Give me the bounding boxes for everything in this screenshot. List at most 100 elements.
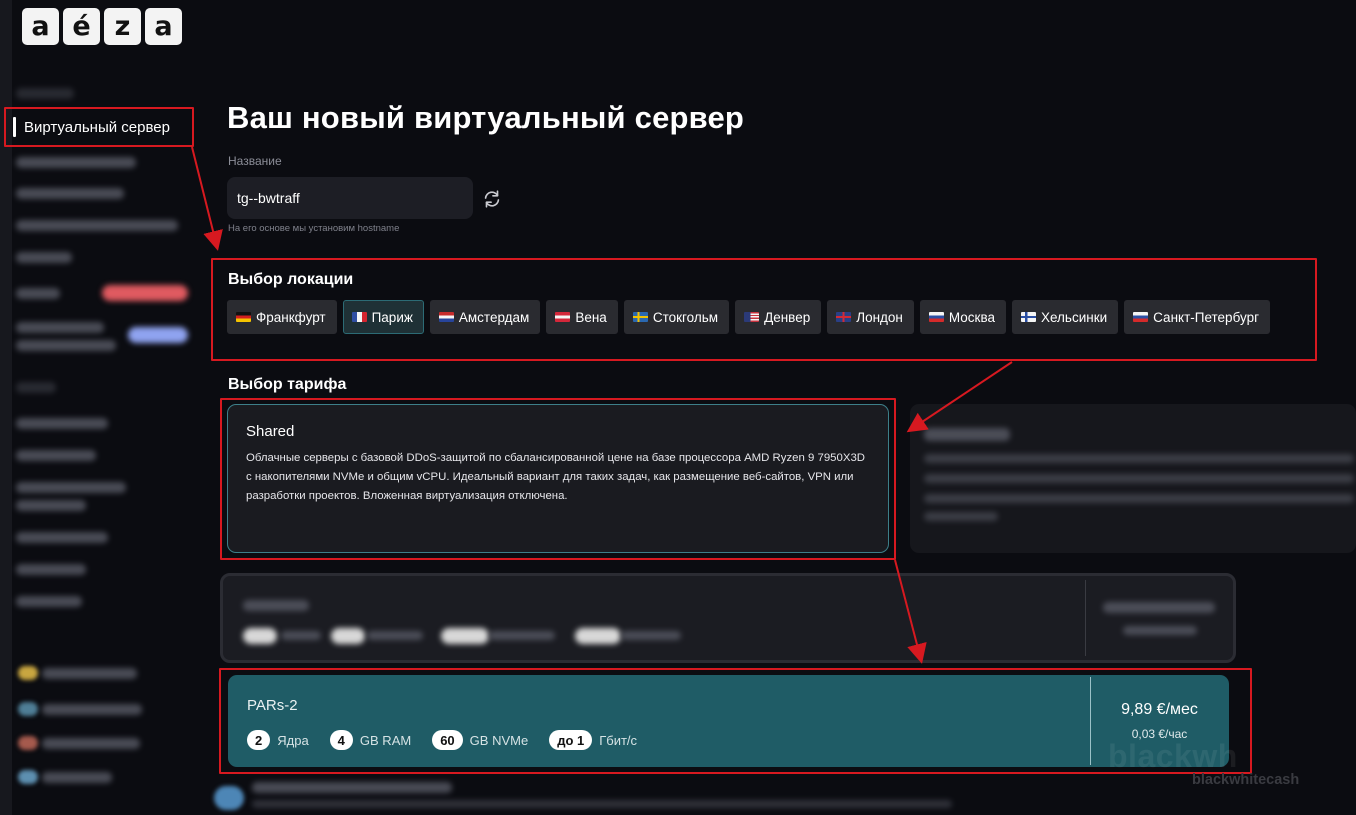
blurred-text: [924, 494, 1354, 503]
location-label: Франкфурт: [256, 309, 326, 325]
plan-card-pars-2[interactable]: PARs-2 2 Ядра 4 GB RAM 60 GB NVMe до 1 Г…: [228, 675, 1229, 767]
aeza-logo[interactable]: a é z a: [22, 8, 182, 45]
sidebar-blurred-item[interactable]: [16, 220, 178, 231]
sidebar-blurred-item[interactable]: [16, 288, 60, 299]
spec-value: 60: [432, 730, 463, 750]
blurred-badge: [243, 628, 277, 644]
spec-cores: 2 Ядра: [247, 730, 309, 750]
tariff-card-shared[interactable]: Shared Облачные серверы с базовой DDoS-з…: [227, 404, 889, 553]
tariff-card-title: Shared: [246, 423, 295, 440]
location-button-saint-petersburg[interactable]: Санкт-Петербург: [1124, 300, 1271, 334]
spec-unit: GB RAM: [359, 732, 412, 748]
blurred-badge: [441, 628, 489, 644]
location-button-denver[interactable]: Денвер: [735, 300, 822, 334]
sidebar-blurred-item[interactable]: [16, 157, 136, 168]
location-button-moscow[interactable]: Москва: [919, 300, 1006, 334]
location-button-london[interactable]: Лондон: [827, 300, 914, 334]
spec-unit: GB NVMe: [469, 732, 529, 748]
sidebar-blurred-item[interactable]: [16, 418, 108, 429]
spec-value: 2: [247, 730, 271, 750]
spec-ram: 4 GB RAM: [329, 730, 412, 750]
sidebar-blurred-item[interactable]: [42, 704, 142, 715]
location-label: Париж: [371, 309, 413, 325]
blurred-text: [924, 454, 1354, 463]
sidebar-blurred-icon: [18, 736, 38, 750]
location-label: Вена: [575, 309, 607, 325]
flag-ru-icon: [928, 312, 944, 322]
logo-letter: z: [104, 8, 141, 45]
sidebar-blurred-item[interactable]: [16, 596, 82, 607]
sidebar-blurred-item[interactable]: [16, 532, 108, 543]
location-button-amsterdam[interactable]: Амстердам: [429, 300, 541, 334]
location-label: Стокгольм: [652, 309, 719, 325]
sidebar-blurred-item[interactable]: [16, 450, 96, 461]
blurred-text: [252, 782, 452, 793]
tariff-section-title: Выбор тарифа: [228, 376, 347, 393]
sidebar-blurred-item[interactable]: [42, 772, 112, 783]
plan-card-blurred[interactable]: [220, 573, 1236, 663]
blurred-text: [924, 428, 1010, 441]
tariff-card-blurred[interactable]: [910, 404, 1356, 553]
blurred-text: [924, 474, 1354, 483]
spec-value: 4: [329, 730, 353, 750]
sidebar-blurred-item[interactable]: [16, 482, 126, 493]
location-button-vienna[interactable]: Вена: [546, 300, 618, 334]
location-button-helsinki[interactable]: Хельсинки: [1011, 300, 1119, 334]
flag-gb-icon: [836, 312, 852, 322]
blurred-text: [281, 631, 321, 640]
flag-de-icon: [236, 312, 251, 322]
blurred-text: [621, 631, 681, 640]
sidebar-blurred-item[interactable]: [42, 738, 140, 749]
blurred-avatar: [214, 786, 244, 810]
spec-value: до 1: [549, 730, 593, 750]
sidebar-item-label: Виртуальный сервер: [24, 118, 170, 136]
plan-specs: 2 Ядра 4 GB RAM 60 GB NVMe до 1 Гбит/с: [247, 730, 658, 750]
sidebar-item-virtual-server[interactable]: Виртуальный сервер: [4, 107, 194, 147]
name-hint: На его основе мы установим hostname: [228, 223, 400, 234]
location-button-frankfurt[interactable]: Франкфурт: [227, 300, 337, 334]
watermark-text: blackwhitecash: [1192, 772, 1300, 788]
spec-unit: Ядра: [277, 732, 309, 748]
sidebar-blurred-item[interactable]: [42, 668, 137, 679]
logo-letter: a: [145, 8, 182, 45]
price-per-month: 9,89 €/мес: [1121, 701, 1198, 718]
server-name-input[interactable]: [227, 177, 473, 219]
sidebar-blurred-item[interactable]: [16, 340, 116, 351]
location-label: Денвер: [764, 309, 811, 325]
blurred-text: [489, 631, 555, 640]
location-list: Франкфурт Париж Амстердам Вена Стокгольм…: [227, 300, 1271, 334]
location-button-paris[interactable]: Париж: [342, 300, 424, 334]
page-title: Ваш новый виртуальный сервер: [227, 100, 745, 135]
sidebar-blurred-item[interactable]: [16, 382, 56, 393]
location-label: Москва: [948, 309, 995, 325]
blurred-text: [243, 600, 309, 611]
location-label: Хельсинки: [1040, 309, 1108, 325]
active-indicator: [13, 117, 16, 137]
sidebar-blurred-item[interactable]: [16, 564, 86, 575]
sidebar-blurred-item[interactable]: [16, 188, 124, 199]
sidebar-badge: [128, 327, 188, 343]
plan-divider: [1085, 580, 1086, 656]
flag-fr-icon: [351, 312, 367, 322]
blurred-badge: [575, 628, 621, 644]
refresh-icon[interactable]: [481, 188, 503, 210]
watermark: blackwh: [1108, 738, 1238, 774]
name-label: Название: [228, 154, 282, 168]
spec-storage: 60 GB NVMe: [432, 730, 528, 750]
flag-se-icon: [632, 312, 648, 322]
sidebar-blurred-item[interactable]: [16, 252, 72, 263]
blurred-badge: [331, 628, 365, 644]
flag-fi-icon: [1020, 312, 1036, 322]
location-label: Лондон: [856, 309, 903, 325]
arrow: [191, 146, 223, 251]
blurred-text: [924, 512, 998, 521]
plan-name: PARs-2: [247, 697, 298, 714]
sidebar-blurred-icon: [18, 666, 38, 680]
location-button-stockholm[interactable]: Стокгольм: [623, 300, 730, 334]
plan-divider: [1090, 677, 1091, 765]
sidebar-blurred-item[interactable]: [16, 500, 86, 511]
sidebar-blurred-item[interactable]: [16, 88, 74, 99]
location-label: Амстердам: [458, 309, 530, 325]
blurred-text: [1103, 602, 1215, 613]
sidebar-blurred-item[interactable]: [16, 322, 104, 333]
